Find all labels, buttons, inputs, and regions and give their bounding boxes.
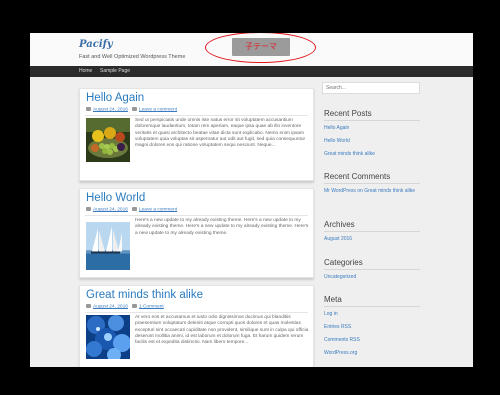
search-input[interactable] bbox=[322, 82, 420, 94]
entries-rss-link[interactable]: Entries RSS bbox=[324, 324, 351, 331]
divider bbox=[85, 115, 308, 116]
post-excerpt: Sed ut perspiciatis unde omnis iste natu… bbox=[135, 118, 306, 149]
divider bbox=[324, 183, 420, 184]
comment-link[interactable]: 1 Comment bbox=[139, 304, 164, 309]
post-meta: August 24, 2016 Leave a comment bbox=[86, 107, 177, 112]
blue-wave-thumbnail[interactable] bbox=[86, 315, 130, 359]
post-date-link[interactable]: August 24, 2016 bbox=[93, 304, 128, 309]
comment-icon bbox=[131, 304, 137, 308]
meta-title: Meta bbox=[324, 295, 342, 304]
site-header: Pacify Fast and Well Optimized Wordpress… bbox=[30, 33, 473, 66]
wordpress-org-link[interactable]: WordPress.org bbox=[324, 350, 357, 357]
divider bbox=[324, 120, 420, 121]
divider bbox=[85, 215, 308, 216]
post-card: Hello Again August 24, 2016 Leave a comm… bbox=[79, 88, 314, 181]
recent-comment-link[interactable]: Mr WordPress on Great minds think alike bbox=[324, 188, 420, 195]
site-title[interactable]: Pacify bbox=[79, 39, 113, 50]
post-card: Great minds think alike August 24, 2016 … bbox=[79, 285, 314, 367]
divider bbox=[324, 306, 420, 307]
post-meta: August 24, 2016 Leave a comment bbox=[86, 207, 177, 212]
calendar-icon bbox=[86, 304, 91, 308]
fruit-bowl-thumbnail[interactable] bbox=[86, 118, 130, 162]
comment-icon bbox=[131, 207, 137, 211]
comment-icon bbox=[131, 107, 137, 111]
recent-post-link[interactable]: Great minds think alike bbox=[324, 151, 375, 158]
archives-title: Archives bbox=[324, 220, 355, 229]
recent-post-link[interactable]: Hello World bbox=[324, 138, 350, 145]
divider bbox=[324, 269, 420, 270]
recent-posts-title: Recent Posts bbox=[324, 109, 372, 118]
divider bbox=[324, 231, 420, 232]
category-link[interactable]: Uncategorized bbox=[324, 274, 356, 281]
main-navigation: Home Sample Page bbox=[30, 66, 473, 77]
archive-link[interactable]: August 2016 bbox=[324, 236, 352, 243]
divider bbox=[85, 312, 308, 313]
comment-link[interactable]: Leave a comment bbox=[139, 207, 177, 212]
post-date-link[interactable]: August 24, 2016 bbox=[93, 207, 128, 212]
post-meta: August 24, 2016 1 Comment bbox=[86, 304, 164, 309]
post-card: Hello World August 24, 2016 Leave a comm… bbox=[79, 188, 314, 278]
nav-item-sample-page[interactable]: Sample Page bbox=[100, 68, 130, 74]
post-title[interactable]: Great minds think alike bbox=[86, 289, 203, 301]
sailboat-thumbnail[interactable] bbox=[86, 222, 130, 270]
browser-viewport: Pacify Fast and Well Optimized Wordpress… bbox=[30, 33, 473, 367]
post-title[interactable]: Hello World bbox=[86, 192, 145, 204]
calendar-icon bbox=[86, 207, 91, 211]
comment-link[interactable]: Leave a comment bbox=[139, 107, 177, 112]
categories-title: Categories bbox=[324, 258, 363, 267]
site-tagline: Fast and Well Optimized Wordpress Theme bbox=[79, 54, 186, 60]
calendar-icon bbox=[86, 107, 91, 111]
post-title[interactable]: Hello Again bbox=[86, 92, 144, 104]
post-excerpt: At vero eos et accusamus et iusto odio d… bbox=[135, 315, 309, 346]
post-excerpt: Here's a new update to my already existi… bbox=[135, 218, 309, 236]
recent-post-link[interactable]: Hello Again bbox=[324, 125, 349, 132]
comments-rss-link[interactable]: Comments RSS bbox=[324, 337, 360, 344]
highlight-ellipse bbox=[205, 33, 316, 63]
post-date-link[interactable]: August 24, 2016 bbox=[93, 107, 128, 112]
recent-comments-title: Recent Comments bbox=[324, 172, 391, 181]
nav-item-home[interactable]: Home bbox=[79, 68, 92, 74]
login-link[interactable]: Log in bbox=[324, 311, 338, 318]
